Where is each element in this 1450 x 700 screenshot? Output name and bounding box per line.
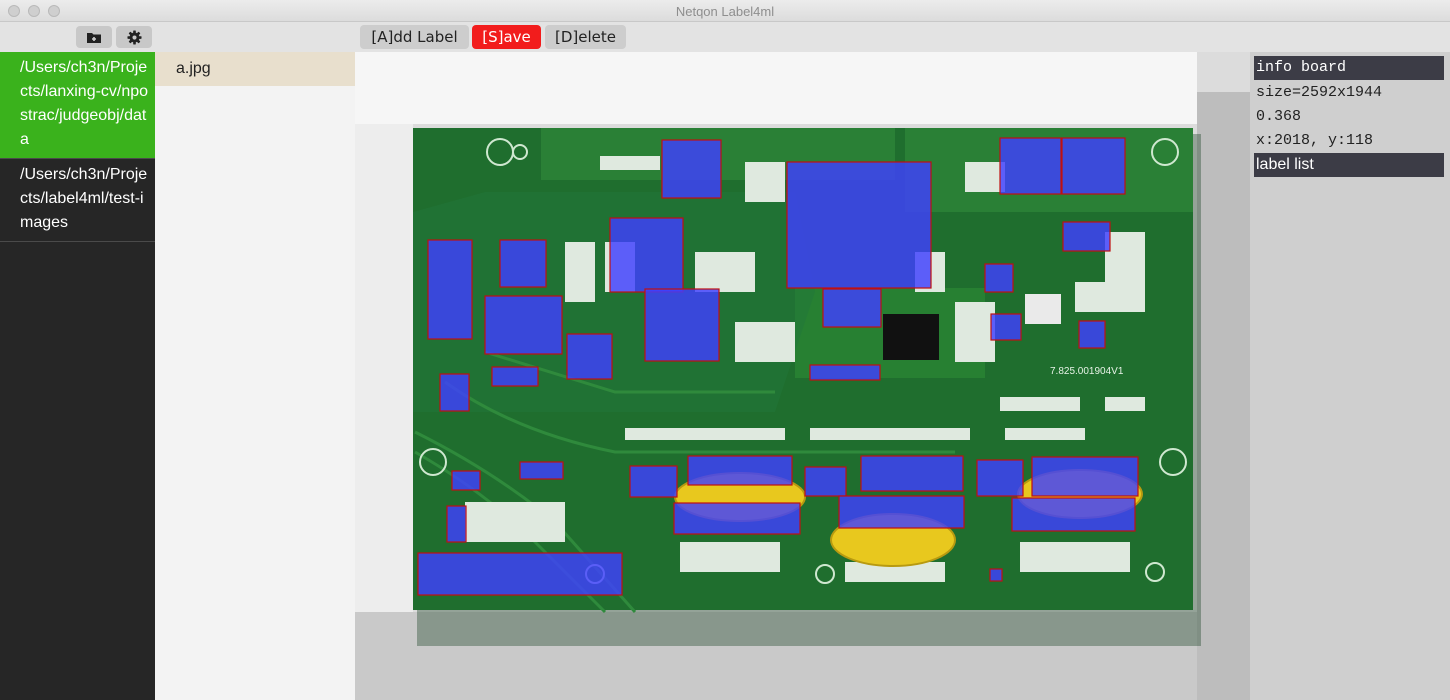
window-title: Netqon Label4ml	[675, 4, 775, 19]
settings-button[interactable]	[116, 26, 152, 48]
folder-plus-icon	[87, 32, 101, 43]
save-button[interactable]: [S]ave	[472, 25, 541, 49]
gear-icon	[126, 29, 142, 45]
annotated-image[interactable]: 7.825.001904V1	[355, 52, 1250, 700]
svg-text:7.825.001904V1: 7.825.001904V1	[1050, 366, 1124, 377]
image-size-readout: size=2592x1944	[1256, 84, 1383, 101]
info-board-panel: info board size=2592x1944 0.368 x:2018, …	[1250, 52, 1450, 700]
image-canvas[interactable]: 7.825.001904V1	[355, 52, 1250, 700]
cursor-coordinates-readout: x:2018, y:118	[1256, 132, 1374, 149]
add-label-button[interactable]: [A]dd Label	[360, 25, 469, 49]
file-list: a.jpg	[155, 52, 355, 700]
folder-sidebar: /Users/ch3n/Projects/lanxing-cv/npostrac…	[0, 52, 155, 700]
open-folder-button[interactable]	[76, 26, 112, 48]
scale-readout: 0.368	[1256, 108, 1302, 125]
label-list-title: label list	[1254, 153, 1444, 177]
delete-button[interactable]: [D]elete	[545, 25, 626, 49]
toolbar: [A]dd Label [S]ave [D]elete	[0, 22, 1450, 52]
folder-item-test-images[interactable]: /Users/ch3n/Projects/label4ml/test-image…	[0, 159, 155, 242]
info-board-title: info board	[1254, 56, 1444, 80]
file-item[interactable]: a.jpg	[155, 52, 355, 86]
title-bar: Netqon Label4ml	[0, 0, 1450, 22]
folder-item-data[interactable]: /Users/ch3n/Projects/lanxing-cv/npostrac…	[0, 52, 155, 159]
